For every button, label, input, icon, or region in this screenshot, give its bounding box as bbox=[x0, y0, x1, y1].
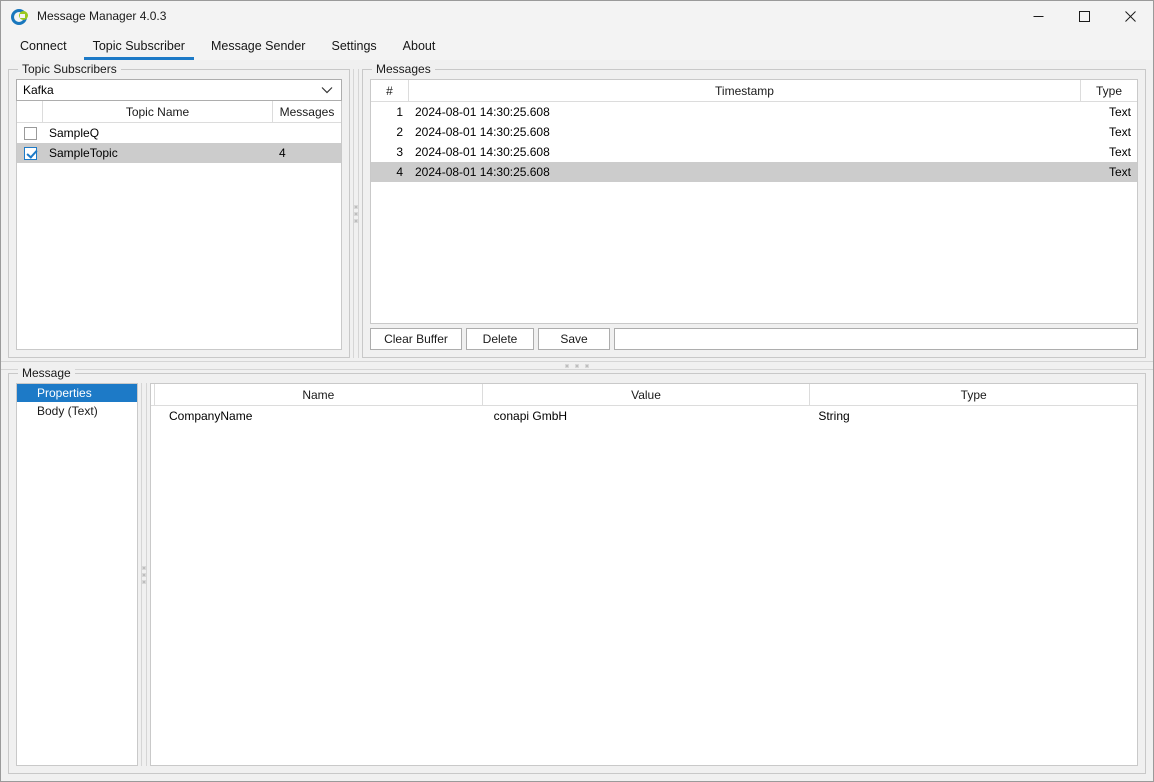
application-window: Message Manager 4.0.3 Connect Topic Subs… bbox=[0, 0, 1154, 782]
topic-messages-cell: 4 bbox=[279, 146, 286, 160]
message-type-cell: Text bbox=[1108, 165, 1131, 179]
checkbox-checked-icon[interactable] bbox=[23, 146, 37, 160]
messages-status-field[interactable] bbox=[614, 328, 1138, 350]
topic-subscribers-panel: Topic Subscribers Kafka Topic Name Messa… bbox=[8, 62, 350, 358]
chevron-down-icon bbox=[321, 86, 337, 94]
properties-grid-body: CompanyName conapi GmbH String bbox=[151, 406, 1137, 765]
window-title: Message Manager 4.0.3 bbox=[37, 9, 167, 23]
maximize-button[interactable] bbox=[1061, 1, 1107, 32]
bottom-row: Message Properties Body (Text) Name Valu… bbox=[8, 366, 1146, 774]
property-name-cell: CompanyName bbox=[169, 409, 253, 423]
message-panel-title: Message bbox=[18, 366, 75, 380]
messages-grid-body: 1 2024-08-01 14:30:25.608 Text 2 2024-08… bbox=[371, 102, 1137, 323]
message-section-body-label: Body (Text) bbox=[37, 404, 98, 418]
message-type-cell: Text bbox=[1108, 145, 1131, 159]
app-logo-icon bbox=[11, 8, 28, 25]
message-section-list[interactable]: Properties Body (Text) bbox=[16, 383, 138, 766]
clear-buffer-button[interactable]: Clear Buffer bbox=[370, 328, 462, 350]
main-tab-bar: Connect Topic Subscriber Message Sender … bbox=[1, 32, 1153, 61]
splitter-dots-icon bbox=[354, 204, 358, 223]
messages-grid[interactable]: # Timestamp Type 1 2024-08-01 14:30:25.6… bbox=[370, 79, 1138, 324]
properties-grid-header: Name Value Type bbox=[151, 384, 1137, 406]
topic-col-name-header[interactable]: Topic Name bbox=[43, 101, 273, 122]
topic-list-grid[interactable]: Topic Name Messages SampleQ SampleTopic … bbox=[16, 101, 342, 350]
messages-button-row: Clear Buffer Delete Save bbox=[370, 328, 1138, 350]
tab-topic-subscriber-label: Topic Subscriber bbox=[92, 39, 185, 53]
tab-connect-label: Connect bbox=[20, 39, 67, 53]
tab-connect[interactable]: Connect bbox=[7, 32, 80, 60]
properties-col-value-header[interactable]: Value bbox=[483, 384, 811, 405]
table-row[interactable]: 1 2024-08-01 14:30:25.608 Text bbox=[371, 102, 1137, 122]
messages-panel: Messages # Timestamp Type 1 2024-08-01 1… bbox=[362, 62, 1146, 358]
topic-name-cell: SampleQ bbox=[49, 126, 100, 140]
workspace: Topic Subscribers Kafka Topic Name Messa… bbox=[1, 61, 1153, 781]
tab-about[interactable]: About bbox=[390, 32, 449, 60]
tab-settings[interactable]: Settings bbox=[318, 32, 389, 60]
window-controls bbox=[1015, 1, 1153, 32]
properties-spacer-cell bbox=[151, 406, 163, 426]
splitter-handle-vertical-bottom[interactable] bbox=[138, 383, 150, 766]
topic-checkbox-cell[interactable] bbox=[17, 123, 43, 143]
tab-message-sender-label: Message Sender bbox=[210, 39, 306, 53]
topic-col-messages-header[interactable]: Messages bbox=[273, 101, 341, 122]
properties-grid[interactable]: Name Value Type CompanyName conapi GmbH … bbox=[150, 383, 1138, 766]
messages-grid-header: # Timestamp Type bbox=[371, 80, 1137, 102]
message-section-body[interactable]: Body (Text) bbox=[17, 402, 137, 420]
messages-col-index-header[interactable]: # bbox=[371, 80, 409, 101]
message-section-properties[interactable]: Properties bbox=[17, 384, 137, 402]
table-row[interactable]: SampleTopic 4 bbox=[17, 143, 341, 163]
message-timestamp-cell: 2024-08-01 14:30:25.608 bbox=[415, 105, 550, 119]
close-button[interactable] bbox=[1107, 1, 1153, 32]
top-row: Topic Subscribers Kafka Topic Name Messa… bbox=[1, 61, 1153, 358]
message-index-cell: 2 bbox=[396, 125, 403, 139]
topic-checkbox-cell[interactable] bbox=[17, 143, 43, 163]
message-timestamp-cell: 2024-08-01 14:30:25.608 bbox=[415, 165, 550, 179]
topic-col-check-header[interactable] bbox=[17, 101, 43, 122]
message-timestamp-cell: 2024-08-01 14:30:25.608 bbox=[415, 145, 550, 159]
title-bar: Message Manager 4.0.3 bbox=[1, 1, 1153, 32]
message-index-cell: 3 bbox=[396, 145, 403, 159]
delete-button[interactable]: Delete bbox=[466, 328, 534, 350]
splitter-dots-icon bbox=[142, 565, 146, 584]
save-button[interactable]: Save bbox=[538, 328, 610, 350]
topic-subscribers-title: Topic Subscribers bbox=[18, 62, 121, 76]
topic-name-cell: SampleTopic bbox=[49, 146, 118, 160]
message-panel: Message Properties Body (Text) Name Valu… bbox=[8, 366, 1146, 774]
messages-title: Messages bbox=[372, 62, 435, 76]
table-row[interactable]: CompanyName conapi GmbH String bbox=[151, 406, 1137, 426]
splitter-dots-icon bbox=[565, 363, 589, 368]
table-row[interactable]: SampleQ bbox=[17, 123, 341, 143]
message-type-cell: Text bbox=[1108, 125, 1131, 139]
minimize-button[interactable] bbox=[1015, 1, 1061, 32]
topic-list-header: Topic Name Messages bbox=[17, 101, 341, 123]
message-type-cell: Text bbox=[1108, 105, 1131, 119]
properties-col-name-header[interactable]: Name bbox=[155, 384, 483, 405]
messages-col-timestamp-header[interactable]: Timestamp bbox=[409, 80, 1081, 101]
tab-about-label: About bbox=[402, 39, 436, 53]
tab-settings-label: Settings bbox=[331, 39, 377, 53]
message-index-cell: 1 bbox=[396, 105, 403, 119]
splitter-handle-horizontal[interactable] bbox=[1, 358, 1153, 373]
tab-message-sender[interactable]: Message Sender bbox=[198, 32, 319, 60]
checkbox-unchecked-icon[interactable] bbox=[23, 126, 37, 140]
message-timestamp-cell: 2024-08-01 14:30:25.608 bbox=[415, 125, 550, 139]
broker-select[interactable]: Kafka bbox=[16, 79, 342, 101]
message-section-properties-label: Properties bbox=[37, 386, 92, 400]
table-row[interactable]: 4 2024-08-01 14:30:25.608 Text bbox=[371, 162, 1137, 182]
topic-messages-cell bbox=[273, 123, 341, 143]
broker-select-value: Kafka bbox=[23, 83, 54, 97]
message-index-cell: 4 bbox=[396, 165, 403, 179]
topic-list-body: SampleQ SampleTopic 4 bbox=[17, 123, 341, 349]
properties-col-type-header[interactable]: Type bbox=[810, 384, 1137, 405]
property-value-cell: conapi GmbH bbox=[493, 409, 568, 423]
tab-topic-subscriber[interactable]: Topic Subscriber bbox=[80, 32, 198, 60]
messages-col-type-header[interactable]: Type bbox=[1081, 80, 1137, 101]
table-row[interactable]: 3 2024-08-01 14:30:25.608 Text bbox=[371, 142, 1137, 162]
splitter-handle-vertical-top[interactable] bbox=[350, 69, 362, 358]
property-type-cell: String bbox=[818, 409, 850, 423]
table-row[interactable]: 2 2024-08-01 14:30:25.608 Text bbox=[371, 122, 1137, 142]
